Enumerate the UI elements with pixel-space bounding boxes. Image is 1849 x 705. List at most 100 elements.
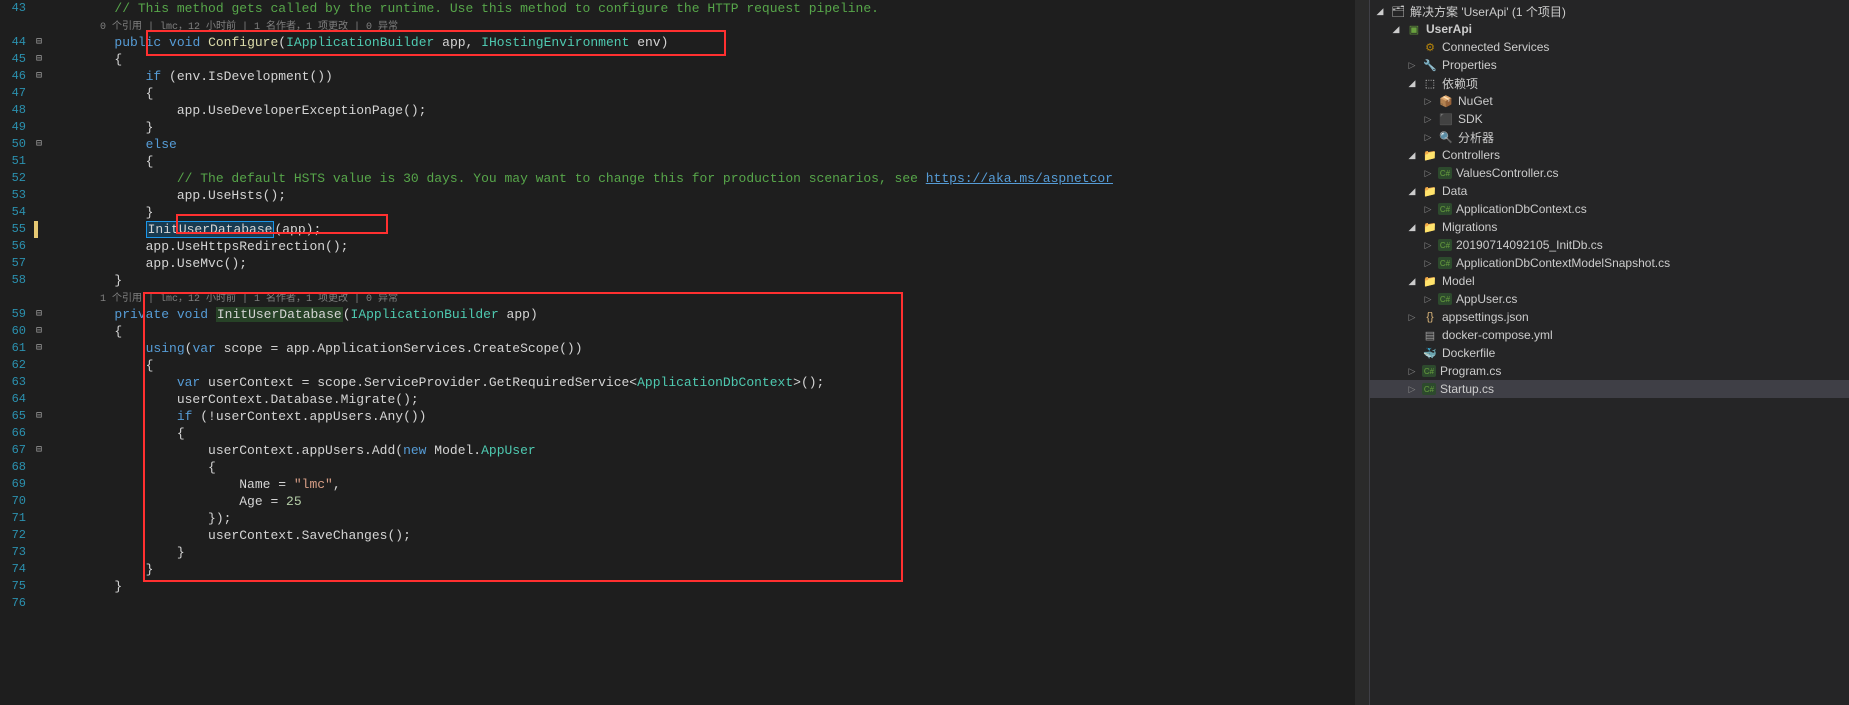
- tree-expander-icon[interactable]: [1390, 23, 1402, 35]
- tree-item[interactable]: C#ApplicationDbContextModelSnapshot.cs: [1370, 254, 1849, 272]
- tree-expander-icon[interactable]: [1406, 275, 1418, 287]
- code-line[interactable]: Age = 25: [52, 493, 1369, 510]
- tree-expander-icon[interactable]: [1422, 293, 1434, 305]
- fold-toggle[interactable]: ⊟: [30, 68, 48, 85]
- tree-item[interactable]: C#ValuesController.cs: [1370, 164, 1849, 182]
- fold-toggle[interactable]: ⊟: [30, 136, 48, 153]
- tree-item[interactable]: 🐳Dockerfile: [1370, 344, 1849, 362]
- tree-item[interactable]: C#Program.cs: [1370, 362, 1849, 380]
- fold-toggle[interactable]: ⊟: [30, 51, 48, 68]
- tree-expander-icon[interactable]: [1374, 5, 1386, 17]
- code-line[interactable]: {: [52, 357, 1369, 374]
- tree-item[interactable]: 🔍分析器: [1370, 128, 1849, 146]
- code-line[interactable]: }: [52, 544, 1369, 561]
- code-line[interactable]: Name = "lmc",: [52, 476, 1369, 493]
- tree-expander-icon[interactable]: [1422, 167, 1434, 179]
- tree-item[interactable]: C#Startup.cs: [1370, 380, 1849, 398]
- code-line[interactable]: 0 个引用 | lmc，12 小时前 | 1 名作者，1 项更改 | 0 异常: [52, 17, 1369, 34]
- tree-expander-icon[interactable]: [1406, 383, 1418, 395]
- tree-expander-icon[interactable]: [1406, 185, 1418, 197]
- code-line[interactable]: {: [52, 51, 1369, 68]
- solution-explorer[interactable]: 🗂解决方案 'UserApi' (1 个项目)▣UserApi⚙Connecte…: [1369, 0, 1849, 705]
- codelens[interactable]: 1 个引用 | lmc，12 小时前 | 1 名作者，1 项更改 | 0 异常: [52, 294, 398, 305]
- tree-expander-icon[interactable]: [1422, 131, 1434, 143]
- code-line[interactable]: userContext.SaveChanges();: [52, 527, 1369, 544]
- code-line[interactable]: }: [52, 578, 1369, 595]
- code-line[interactable]: if (env.IsDevelopment()): [52, 68, 1369, 85]
- code-line[interactable]: private void InitUserDatabase(IApplicati…: [52, 306, 1369, 323]
- fold-toggle[interactable]: ⊟: [30, 408, 48, 425]
- code-line[interactable]: using(var scope = app.ApplicationService…: [52, 340, 1369, 357]
- code-line[interactable]: public void Configure(IApplicationBuilde…: [52, 34, 1369, 51]
- code-line[interactable]: InitUserDatabase(app);: [52, 221, 1369, 238]
- code-line[interactable]: // The default HSTS value is 30 days. Yo…: [52, 170, 1369, 187]
- line-number: 65: [0, 408, 26, 425]
- tree-item[interactable]: C#AppUser.cs: [1370, 290, 1849, 308]
- tree-expander-icon[interactable]: [1422, 203, 1434, 215]
- tree-expander-icon[interactable]: [1406, 311, 1418, 323]
- code-line[interactable]: app.UseDeveloperExceptionPage();: [52, 102, 1369, 119]
- code-line[interactable]: [52, 595, 1369, 612]
- line-number: 49: [0, 119, 26, 136]
- tree-expander-icon[interactable]: [1406, 77, 1418, 89]
- tree-item[interactable]: 🔧Properties: [1370, 56, 1849, 74]
- fold-toggle[interactable]: ⊟: [30, 306, 48, 323]
- solution-tree[interactable]: 🗂解决方案 'UserApi' (1 个项目)▣UserApi⚙Connecte…: [1370, 0, 1849, 400]
- tree-expander-icon[interactable]: [1406, 365, 1418, 377]
- code-line[interactable]: var userContext = scope.ServiceProvider.…: [52, 374, 1369, 391]
- tree-item[interactable]: 📁Migrations: [1370, 218, 1849, 236]
- tree-expander-icon[interactable]: [1406, 59, 1418, 71]
- code-line[interactable]: }: [52, 561, 1369, 578]
- tree-item[interactable]: 📦NuGet: [1370, 92, 1849, 110]
- code-area[interactable]: // This method gets called by the runtim…: [48, 0, 1369, 705]
- code-line[interactable]: 1 个引用 | lmc，12 小时前 | 1 名作者，1 项更改 | 0 异常: [52, 289, 1369, 306]
- code-line[interactable]: else: [52, 136, 1369, 153]
- code-line[interactable]: }: [52, 204, 1369, 221]
- tree-item[interactable]: {}appsettings.json: [1370, 308, 1849, 326]
- tree-item[interactable]: 📁Data: [1370, 182, 1849, 200]
- line-number: 64: [0, 391, 26, 408]
- tree-expander-icon[interactable]: [1422, 257, 1434, 269]
- code-line[interactable]: userContext.Database.Migrate();: [52, 391, 1369, 408]
- code-line[interactable]: {: [52, 153, 1369, 170]
- fold-column[interactable]: ⊟⊟⊟⊟⊟⊟⊟⊟⊟: [30, 0, 48, 705]
- code-line[interactable]: {: [52, 85, 1369, 102]
- tree-item[interactable]: C#ApplicationDbContext.cs: [1370, 200, 1849, 218]
- tree-item[interactable]: ⚙Connected Services: [1370, 38, 1849, 56]
- tree-expander-icon[interactable]: [1406, 221, 1418, 233]
- vertical-scrollbar[interactable]: [1355, 0, 1369, 705]
- code-line[interactable]: app.UseMvc();: [52, 255, 1369, 272]
- code-line[interactable]: {: [52, 425, 1369, 442]
- code-line[interactable]: {: [52, 459, 1369, 476]
- tree-expander-icon[interactable]: [1406, 149, 1418, 161]
- line-number: 47: [0, 85, 26, 102]
- code-editor[interactable]: 4344454647484950515253545556575859606162…: [0, 0, 1369, 705]
- analyzer-icon: 🔍: [1438, 129, 1454, 145]
- fold-toggle[interactable]: ⊟: [30, 442, 48, 459]
- code-line[interactable]: // This method gets called by the runtim…: [52, 0, 1369, 17]
- codelens[interactable]: 0 个引用 | lmc，12 小时前 | 1 名作者，1 项更改 | 0 异常: [52, 22, 398, 33]
- tree-item[interactable]: 📁Model: [1370, 272, 1849, 290]
- code-line[interactable]: }: [52, 272, 1369, 289]
- tree-item[interactable]: ▣UserApi: [1370, 20, 1849, 38]
- tree-expander-icon[interactable]: [1422, 239, 1434, 251]
- fold-toggle[interactable]: ⊟: [30, 34, 48, 51]
- fold-toggle[interactable]: ⊟: [30, 323, 48, 340]
- tree-item[interactable]: 📁Controllers: [1370, 146, 1849, 164]
- tree-expander-icon[interactable]: [1422, 113, 1434, 125]
- tree-item[interactable]: ▤docker-compose.yml: [1370, 326, 1849, 344]
- tree-item[interactable]: ⬚依赖项: [1370, 74, 1849, 92]
- url-link[interactable]: https://aka.ms/aspnetcor: [926, 171, 1113, 186]
- code-line[interactable]: });: [52, 510, 1369, 527]
- code-line[interactable]: if (!userContext.appUsers.Any()): [52, 408, 1369, 425]
- tree-item[interactable]: C#20190714092105_InitDb.cs: [1370, 236, 1849, 254]
- code-line[interactable]: {: [52, 323, 1369, 340]
- code-line[interactable]: app.UseHttpsRedirection();: [52, 238, 1369, 255]
- code-line[interactable]: app.UseHsts();: [52, 187, 1369, 204]
- code-line[interactable]: userContext.appUsers.Add(new Model.AppUs…: [52, 442, 1369, 459]
- fold-toggle[interactable]: ⊟: [30, 340, 48, 357]
- code-line[interactable]: }: [52, 119, 1369, 136]
- tree-item[interactable]: 🗂解决方案 'UserApi' (1 个项目): [1370, 2, 1849, 20]
- tree-expander-icon[interactable]: [1422, 95, 1434, 107]
- tree-item[interactable]: ⬛SDK: [1370, 110, 1849, 128]
